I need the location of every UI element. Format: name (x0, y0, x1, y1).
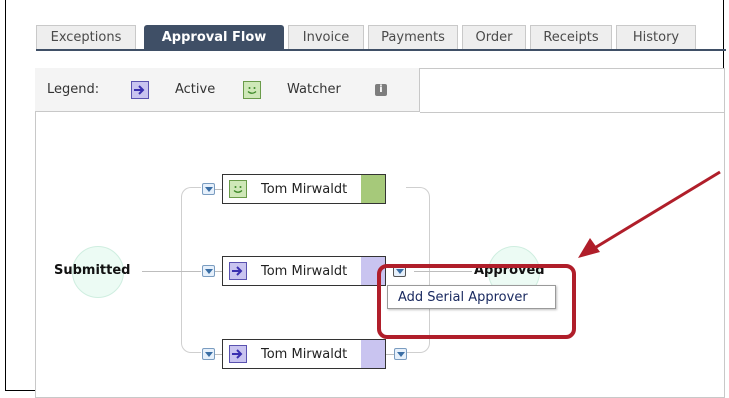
connector-line (386, 354, 394, 355)
tab-approval-flow[interactable]: Approval Flow (144, 25, 284, 49)
approver-node[interactable]: Tom Mirwaldt (222, 339, 386, 369)
tab-order[interactable]: Order (462, 25, 526, 49)
legend-watcher-label: Watcher (287, 82, 341, 97)
approver-node[interactable]: Tom Mirwaldt (222, 174, 386, 204)
smiley-icon (243, 81, 261, 99)
tab-underline (36, 49, 726, 51)
tab-invoice[interactable]: Invoice (288, 25, 364, 49)
active-status-stripe (361, 340, 385, 368)
watcher-status-stripe (361, 175, 385, 203)
arrow-right-icon (229, 345, 247, 363)
legend-box: Legend: Active Watcher i (35, 68, 420, 112)
annotation-highlight-box (377, 264, 576, 339)
annotation-arrow (578, 170, 721, 258)
info-icon[interactable]: i (375, 84, 387, 96)
approver-name: Tom Mirwaldt (261, 347, 348, 362)
legend-title: Legend: (47, 82, 100, 97)
approver-name: Tom Mirwaldt (261, 264, 348, 279)
connector-line (181, 271, 201, 272)
legend-active-label: Active (175, 82, 216, 97)
connector-line (142, 271, 182, 272)
approver-dropdown-button[interactable] (202, 348, 215, 360)
smiley-icon (229, 180, 247, 198)
approver-node[interactable]: Tom Mirwaldt (222, 256, 386, 286)
arrow-right-icon (229, 262, 247, 280)
approver-name: Tom Mirwaldt (261, 182, 348, 197)
arrow-right-icon (131, 81, 149, 99)
tab-exceptions[interactable]: Exceptions (36, 25, 136, 49)
tab-receipts[interactable]: Receipts (530, 25, 612, 49)
approver-dropdown-button[interactable] (202, 265, 215, 277)
approver-options-dropdown-button[interactable] (394, 348, 407, 360)
tab-history[interactable]: History (616, 25, 696, 49)
tab-payments[interactable]: Payments (368, 25, 458, 49)
start-label: Submitted (54, 263, 131, 278)
branch-bracket-left (181, 187, 201, 353)
approver-dropdown-button[interactable] (202, 183, 215, 195)
legend-divider (420, 112, 725, 113)
